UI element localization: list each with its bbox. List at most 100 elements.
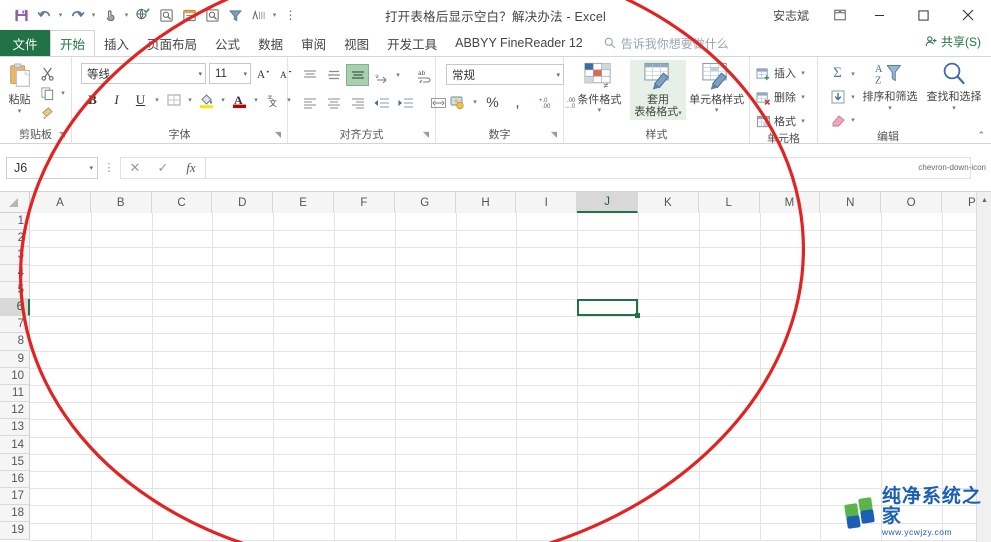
tell-me-search[interactable]: 告诉我你想要做什么 — [592, 30, 729, 56]
maximize-button[interactable] — [901, 0, 945, 30]
phonetic-guide-button[interactable]: 文 — [261, 89, 284, 111]
comma-style-button[interactable]: , — [506, 91, 529, 113]
undo-dropdown-caret[interactable]: ▾ — [56, 4, 65, 26]
borders-button[interactable] — [162, 89, 185, 111]
percent-style-button[interactable]: % — [481, 91, 504, 113]
sort-filter-dropdown-caret[interactable]: ▾ — [886, 104, 894, 112]
number-format-caret[interactable]: ▾ — [552, 71, 560, 79]
row-header-7[interactable]: 7 — [0, 316, 30, 334]
cell-styles-dropdown-caret[interactable]: ▾ — [713, 106, 721, 114]
row-header-5[interactable]: 5 — [0, 281, 30, 299]
insert-cells-dropdown-caret[interactable]: ▾ — [799, 69, 807, 77]
scroll-up-button[interactable]: ▲ — [977, 192, 991, 208]
fill-color-button[interactable] — [195, 89, 218, 111]
customize-qat-icon[interactable]: ⋮ — [280, 4, 302, 26]
tab-data[interactable]: 数据 — [249, 30, 292, 56]
column-header-G[interactable]: G — [394, 192, 456, 213]
column-header-H[interactable]: H — [455, 192, 517, 213]
column-header-E[interactable]: E — [273, 192, 334, 213]
expand-formula-bar-button[interactable]: chevron-down-icon — [918, 163, 986, 172]
clear-button[interactable]: ▾ — [828, 109, 857, 130]
collapse-ribbon-button[interactable]: ⌃ — [977, 130, 985, 141]
insert-function-button[interactable]: fx — [177, 157, 205, 179]
undo-icon[interactable] — [33, 4, 55, 26]
accounting-format-dropdown-caret[interactable]: ▾ — [471, 98, 479, 106]
row-header-4[interactable]: 4 — [0, 264, 30, 282]
touch-mode-dropdown-caret[interactable]: ▾ — [122, 4, 131, 26]
row-header-10[interactable]: 10 — [0, 367, 30, 385]
font-dialog-launcher[interactable]: ◥ — [275, 127, 281, 142]
row-header-11[interactable]: 11 — [0, 384, 30, 403]
name-box-caret[interactable]: ▾ — [89, 164, 93, 172]
tab-page-layout[interactable]: 页面布局 — [138, 30, 206, 56]
tab-view[interactable]: 视图 — [335, 30, 378, 56]
row-header-14[interactable]: 14 — [0, 436, 30, 454]
row-header-6[interactable]: 6 — [0, 298, 30, 317]
wrap-text-button[interactable]: ab — [413, 64, 436, 86]
fill-color-dropdown-caret[interactable]: ▾ — [219, 96, 227, 104]
column-header-K[interactable]: K — [637, 192, 699, 213]
fill-button[interactable]: ▾ — [828, 86, 857, 107]
tab-review[interactable]: 审阅 — [292, 30, 335, 56]
row-header-19[interactable]: 19 — [0, 522, 30, 540]
format-as-table-button[interactable]: 套用 表格格式▾ — [629, 60, 687, 120]
row-header-3[interactable]: 3 — [0, 247, 30, 265]
name-box[interactable]: J6 ▾ — [6, 156, 98, 179]
column-header-F[interactable]: F — [333, 192, 395, 213]
format-painter-button[interactable] — [37, 104, 67, 122]
tab-formulas[interactable]: 公式 — [206, 30, 249, 56]
align-right-button[interactable] — [346, 92, 369, 114]
row-header-1[interactable]: 1 — [0, 213, 30, 231]
sort-filter-button[interactable]: A Z 排序和筛选 ▾ — [859, 60, 921, 112]
font-size-caret[interactable]: ▾ — [239, 70, 247, 78]
confirm-entry-button[interactable]: ✓ — [149, 157, 177, 179]
increase-indent-button[interactable] — [394, 92, 417, 114]
sort-icon[interactable] — [247, 4, 269, 26]
column-header-J[interactable]: J — [577, 192, 638, 213]
format-as-table-dropdown-caret[interactable]: ▾ — [678, 110, 682, 117]
autosum-dropdown-caret[interactable]: ▾ — [849, 70, 857, 78]
format-cells-button[interactable]: 格式 ▾ — [756, 110, 807, 132]
row-header-16[interactable]: 16 — [0, 470, 30, 488]
font-family-caret[interactable]: ▾ — [194, 70, 202, 78]
account-name[interactable]: 安志斌 — [773, 7, 823, 24]
conditional-formatting-button[interactable]: ≠ 条件格式 ▾ — [571, 60, 628, 114]
ribbon-display-options-icon[interactable] — [823, 0, 857, 30]
font-family-combo[interactable]: 等线 ▾ — [81, 63, 206, 84]
delete-cells-dropdown-caret[interactable]: ▾ — [799, 93, 807, 101]
underline-button[interactable]: U — [129, 89, 152, 111]
clear-dropdown-caret[interactable]: ▾ — [849, 116, 857, 124]
row-header-18[interactable]: 18 — [0, 505, 30, 523]
copy-button[interactable]: ▾ — [37, 84, 67, 102]
paste-button[interactable]: 粘贴 ▾ — [4, 60, 35, 115]
row-header-15[interactable]: 15 — [0, 453, 30, 471]
tab-home[interactable]: 开始 — [50, 30, 96, 56]
number-dialog-launcher[interactable]: ◥ — [551, 127, 557, 142]
formula-input[interactable] — [205, 156, 971, 179]
clipboard-dialog-launcher[interactable]: ◥ — [59, 127, 65, 142]
print-preview-icon[interactable] — [155, 4, 177, 26]
sort-dropdown-caret[interactable]: ▾ — [270, 4, 279, 26]
filter-icon[interactable] — [224, 4, 246, 26]
decrease-indent-button[interactable] — [370, 92, 393, 114]
insert-cells-button[interactable]: 插入 ▾ — [756, 62, 807, 84]
tab-insert[interactable]: 插入 — [95, 30, 138, 56]
fill-dropdown-caret[interactable]: ▾ — [849, 93, 857, 101]
redo-dropdown-caret[interactable]: ▾ — [89, 4, 98, 26]
align-left-button[interactable] — [298, 92, 321, 114]
underline-dropdown-caret[interactable]: ▾ — [153, 96, 161, 104]
orientation-button[interactable]: a — [370, 64, 393, 86]
redo-icon[interactable] — [66, 4, 88, 26]
row-header-8[interactable]: 8 — [0, 333, 30, 351]
row-header-12[interactable]: 12 — [0, 402, 30, 420]
column-header-O[interactable]: O — [881, 192, 942, 213]
cancel-entry-button[interactable]: ✕ — [121, 157, 149, 179]
format-cells-dropdown-caret[interactable]: ▾ — [799, 117, 807, 125]
align-middle-button[interactable] — [322, 64, 345, 86]
tab-file[interactable]: 文件 — [0, 30, 50, 56]
find-select-dropdown-caret[interactable]: ▾ — [950, 104, 958, 112]
column-header-N[interactable]: N — [820, 192, 882, 213]
find-select-button[interactable]: 查找和选择 ▾ — [923, 60, 985, 112]
open-recent-icon[interactable] — [178, 4, 200, 26]
row-header-13[interactable]: 13 — [0, 419, 30, 437]
